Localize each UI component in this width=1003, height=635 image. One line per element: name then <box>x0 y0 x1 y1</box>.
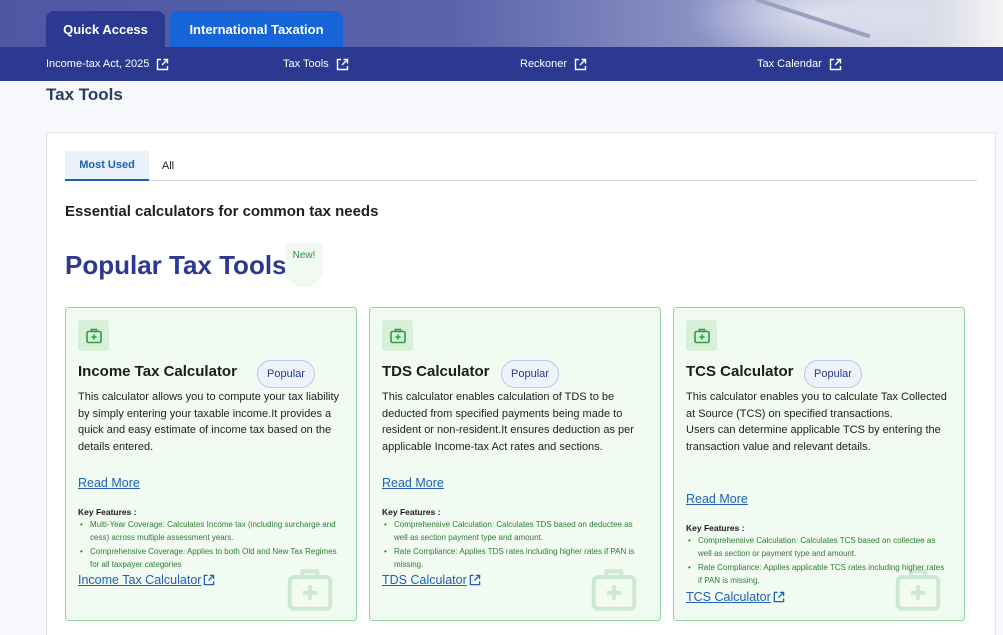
external-link-icon <box>574 58 587 70</box>
nav-link-label: Tax Calendar <box>757 58 822 70</box>
tds-calculator-link[interactable]: TDS Calculator <box>382 573 481 587</box>
read-more-link[interactable]: Read More <box>78 476 140 490</box>
medical-kit-icon <box>686 320 717 351</box>
external-link-icon <box>336 58 348 70</box>
tcs-calculator-link[interactable]: TCS Calculator <box>686 590 785 604</box>
calculator-link-label: Income Tax Calculator <box>78 573 202 587</box>
tab-most-used[interactable]: Most Used <box>65 151 149 181</box>
card-income-tax-calculator: Income Tax Calculator Popular This calcu… <box>65 307 357 621</box>
calculator-link-label: TCS Calculator <box>686 590 771 604</box>
key-feature-item: Comprehensive Calculation: Calculates TD… <box>382 518 644 545</box>
banner-decoration <box>683 0 943 47</box>
page-title: Tax Tools <box>46 85 123 104</box>
read-more-link[interactable]: Read More <box>382 476 444 490</box>
nav-link-tax-tools[interactable]: Tax Tools <box>283 47 349 81</box>
quick-access-nav: Income-tax Act, 2025 Tax Tools Reckoner … <box>0 47 1003 81</box>
tab-quick-access[interactable]: Quick Access <box>46 11 165 47</box>
card-title: TCS Calculator <box>686 363 794 380</box>
new-badge: New! <box>285 243 323 287</box>
nav-link-tax-calendar[interactable]: Tax Calendar <box>757 47 842 81</box>
section-title: Popular Tax Tools <box>65 250 287 280</box>
key-features-label: Key Features : <box>78 507 137 517</box>
nav-link-label: Reckoner <box>520 58 568 70</box>
header-banner: Quick Access International Taxation <box>0 0 1003 47</box>
key-features-label: Key Features : <box>686 523 745 533</box>
nav-link-label: Tax Tools <box>283 58 329 70</box>
medical-kit-watermark-icon <box>287 569 333 611</box>
read-more-link[interactable]: Read More <box>686 492 748 506</box>
nav-link-income-tax-act[interactable]: Income-tax Act, 2025 <box>46 47 169 81</box>
key-feature-item: Comprehensive Calculation: Calculates TC… <box>686 534 948 561</box>
card-tcs-calculator: TCS Calculator Popular This calculator e… <box>673 307 965 621</box>
external-link-icon <box>469 574 481 586</box>
medical-kit-watermark-icon <box>895 569 941 611</box>
external-link-icon <box>773 591 785 603</box>
banner-paper-decoration <box>933 0 1003 47</box>
key-features-label: Key Features : <box>382 507 441 517</box>
income-tax-calculator-link[interactable]: Income Tax Calculator <box>78 573 215 587</box>
popular-badge: Popular <box>257 360 315 388</box>
external-link-icon <box>204 574 215 586</box>
card-tds-calculator: TDS Calculator Popular This calculator e… <box>369 307 661 621</box>
tax-tools-panel: Most Used All Essential calculators for … <box>46 132 996 635</box>
nav-link-reckoner[interactable]: Reckoner <box>520 47 587 81</box>
card-description: This calculator allows you to compute yo… <box>78 391 340 454</box>
tab-international-taxation[interactable]: International Taxation <box>170 11 343 47</box>
medical-kit-icon <box>78 320 109 351</box>
external-link-icon <box>829 58 842 70</box>
card-description: This calculator enables calculation of T… <box>382 391 634 454</box>
section-subheading: Essential calculators for common tax nee… <box>65 203 379 220</box>
nav-link-label: Income-tax Act, 2025 <box>46 58 150 70</box>
popular-badge: Popular <box>501 360 559 388</box>
medical-kit-icon <box>382 320 413 351</box>
medical-kit-watermark-icon <box>591 569 637 611</box>
card-description: This calculator enables you to calculate… <box>686 391 947 454</box>
popular-badge: Popular <box>804 360 862 388</box>
key-feature-item: Multi-Year Coverage: Calculates Income t… <box>78 518 340 545</box>
card-title: Income Tax Calculator <box>78 363 237 380</box>
calculator-link-label: TDS Calculator <box>382 573 467 587</box>
tool-tabs: Most Used All <box>65 151 977 181</box>
card-title: TDS Calculator <box>382 363 490 380</box>
tab-all[interactable]: All <box>149 151 187 180</box>
external-link-icon <box>157 58 169 70</box>
